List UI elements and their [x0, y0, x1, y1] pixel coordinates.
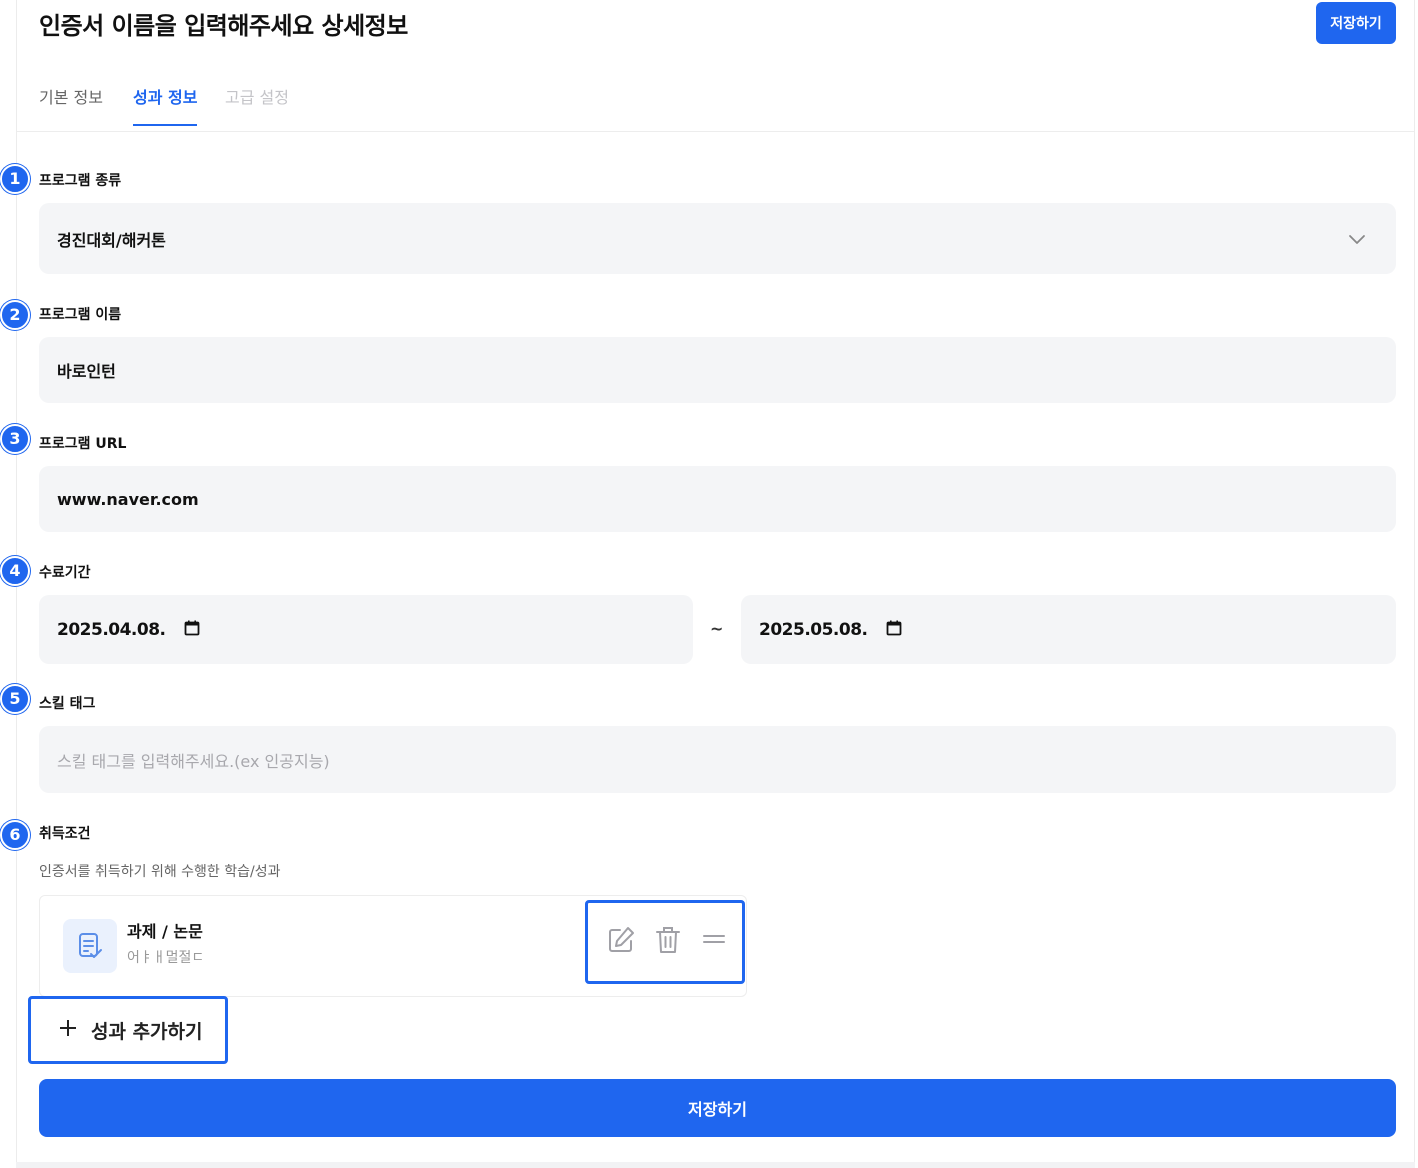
tab-divider: [17, 131, 1414, 132]
period-label: 수료기간: [39, 565, 91, 581]
edit-icon[interactable]: [606, 925, 636, 958]
achievement-item-subtitle: 어ㅑㅐ멀절ㄷ: [127, 950, 205, 966]
program-type-label: 프로그램 종류: [39, 173, 122, 189]
end-date-value: 2025.05.08.: [759, 619, 868, 640]
start-date-value: 2025.04.08.: [57, 619, 166, 640]
add-achievement-label: 성과 추가하기: [91, 1020, 203, 1043]
program-name-label: 프로그램 이름: [39, 307, 122, 323]
program-url-input[interactable]: www.naver.com: [39, 466, 1396, 532]
bottom-strip: [16, 1162, 1415, 1168]
start-date-input[interactable]: 2025.04.08.: [39, 595, 693, 664]
step-marker-5: 5: [0, 684, 30, 714]
skill-tags-placeholder: 스킬 태그를 입력해주세요.(ex 인공지능): [57, 751, 330, 771]
trash-icon[interactable]: [654, 925, 682, 958]
add-achievement-button[interactable]: 성과 추가하기: [28, 996, 228, 1064]
step-marker-3: 3: [0, 424, 30, 454]
program-type-select[interactable]: 경진대회/해커톤: [39, 203, 1396, 274]
tab-advanced-settings[interactable]: 고급 설정: [225, 84, 289, 126]
step-marker-2: 2: [0, 300, 30, 330]
date-separator: ~: [710, 619, 724, 638]
step-marker-4: 4: [0, 556, 30, 586]
document-check-icon: [63, 919, 117, 973]
tab-basic-info[interactable]: 기본 정보: [39, 84, 103, 126]
bottom-save-button[interactable]: 저장하기: [39, 1079, 1396, 1137]
program-name-input[interactable]: 바로인턴: [39, 337, 1396, 403]
calendar-icon[interactable]: [184, 620, 200, 640]
conditions-label: 취득조건: [39, 826, 91, 842]
end-date-input[interactable]: 2025.05.08.: [741, 595, 1396, 664]
achievement-item-actions: [585, 900, 745, 984]
conditions-description: 인증서를 취득하기 위해 수행한 학습/성과: [39, 864, 281, 880]
step-marker-1: 1: [0, 164, 30, 194]
program-name-value: 바로인턴: [57, 362, 116, 381]
drag-handle-icon[interactable]: [702, 931, 726, 950]
page-title: 인증서 이름을 입력해주세요 상세정보: [39, 12, 408, 40]
plus-icon: [59, 1019, 77, 1042]
skill-tags-input[interactable]: 스킬 태그를 입력해주세요.(ex 인공지능): [39, 726, 1396, 793]
program-type-value: 경진대회/해커톤: [57, 230, 166, 250]
achievement-item-title: 과제 / 논문: [127, 922, 203, 941]
program-url-label: 프로그램 URL: [39, 436, 127, 452]
tab-achievement-info[interactable]: 성과 정보: [133, 84, 198, 126]
top-save-button[interactable]: 저장하기: [1316, 2, 1396, 44]
step-marker-6: 6: [0, 820, 30, 850]
program-url-value: www.naver.com: [57, 489, 199, 509]
skill-tags-label: 스킬 태그: [39, 696, 96, 712]
chevron-down-icon: [1348, 231, 1366, 250]
calendar-icon[interactable]: [886, 620, 902, 640]
